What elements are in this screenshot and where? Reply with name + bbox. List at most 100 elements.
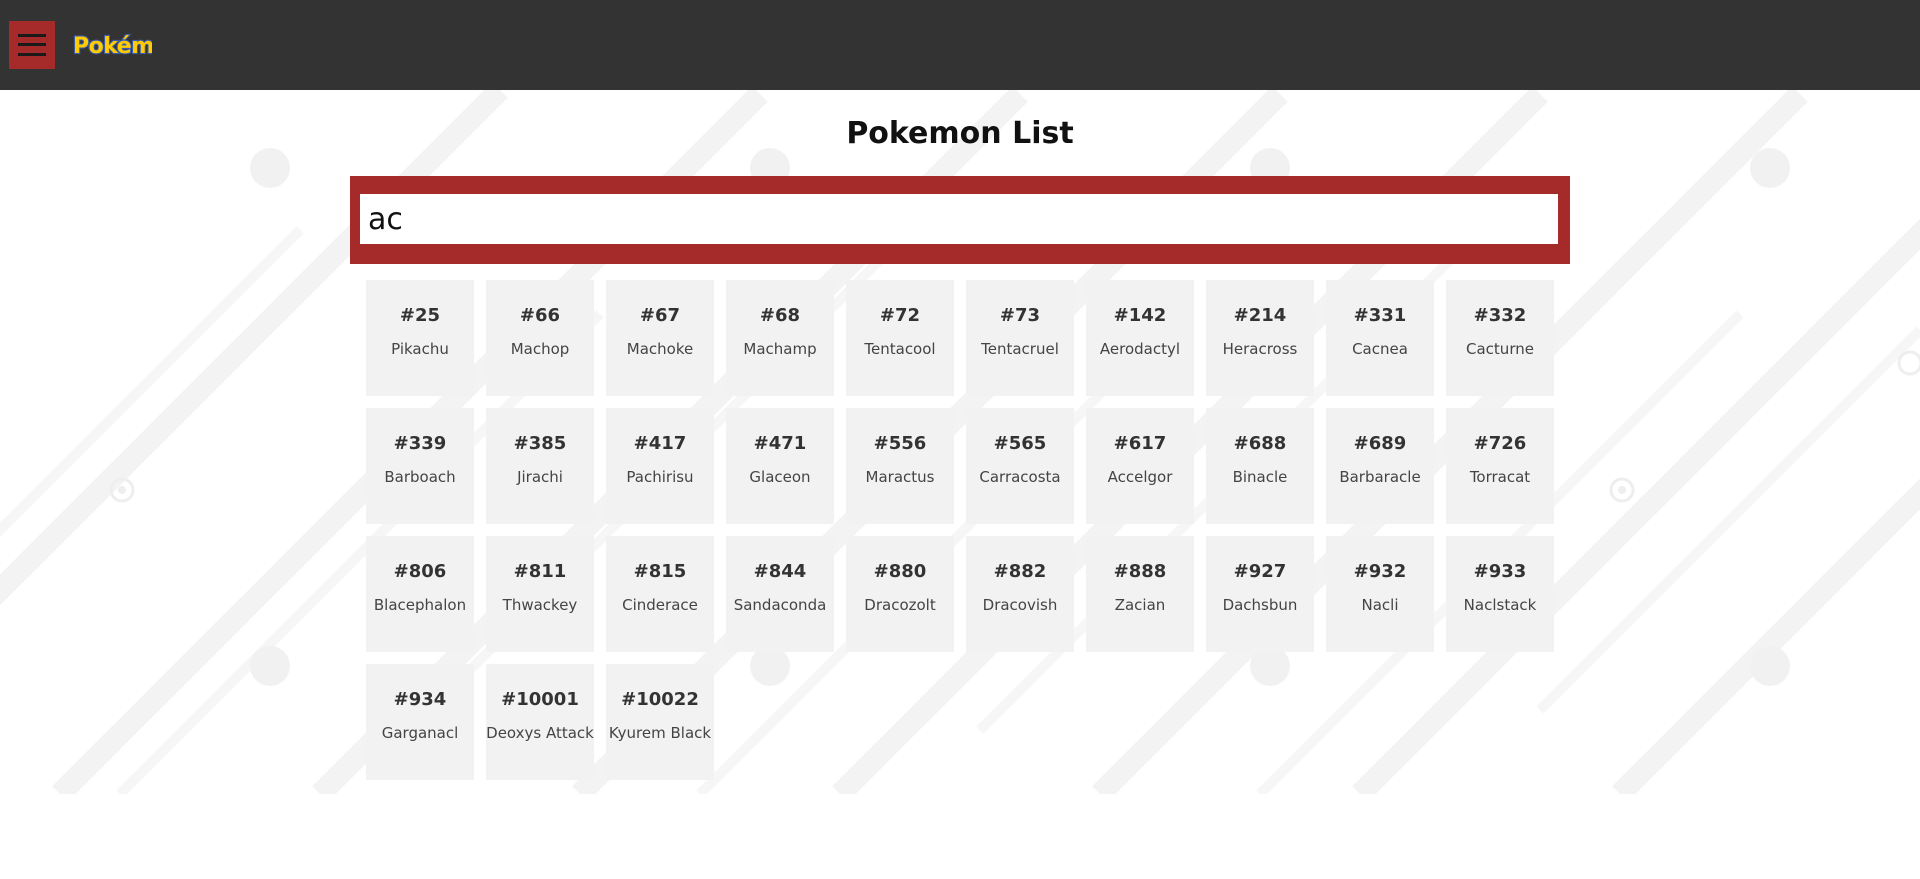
- pokemon-card[interactable]: #385 Jirachi: [486, 408, 594, 524]
- pokemon-card[interactable]: #66 Machop: [486, 280, 594, 396]
- pokemon-number: #811: [513, 561, 567, 582]
- pokemon-name: Accelgor: [1107, 468, 1173, 486]
- pokemon-card[interactable]: #927 Dachsbun: [1206, 536, 1314, 652]
- pokemon-number: #806: [393, 561, 447, 582]
- pokemon-name: Maractus: [865, 468, 935, 486]
- pokemon-number: #933: [1473, 561, 1527, 582]
- pokemon-name: Heracross: [1222, 340, 1298, 358]
- pokemon-name: Pikachu: [391, 340, 449, 358]
- pokemon-card[interactable]: #10001 Deoxys Attack: [486, 664, 594, 780]
- pokemon-card[interactable]: #10022 Kyurem Black: [606, 664, 714, 780]
- pokemon-card[interactable]: #556 Maractus: [846, 408, 954, 524]
- hamburger-icon: [18, 34, 46, 37]
- pokemon-card[interactable]: #806 Blacephalon: [366, 536, 474, 652]
- pokemon-card[interactable]: #811 Thwackey: [486, 536, 594, 652]
- pokemon-card[interactable]: #689 Barbaracle: [1326, 408, 1434, 524]
- pokemon-card[interactable]: #471 Glaceon: [726, 408, 834, 524]
- pokemon-number: #880: [873, 561, 927, 582]
- pokemon-name: Garganacl: [381, 724, 459, 742]
- pokemon-number: #932: [1353, 561, 1407, 582]
- pokemon-card[interactable]: #880 Dracozolt: [846, 536, 954, 652]
- top-navbar: Pokémon: [0, 0, 1920, 90]
- pokemon-number: #934: [393, 689, 447, 710]
- pokemon-number: #67: [639, 305, 681, 326]
- pokemon-grid: #25 Pikachu #66 Machop #67 Machoke #68 Machamp #…: [366, 280, 1554, 780]
- pokemon-number: #927: [1233, 561, 1287, 582]
- pokemon-card[interactable]: #417 Pachirisu: [606, 408, 714, 524]
- pokemon-name: Dracozolt: [864, 596, 936, 614]
- pokemon-card[interactable]: #726 Torracat: [1446, 408, 1554, 524]
- pokemon-number: #214: [1233, 305, 1287, 326]
- pokemon-number: #617: [1113, 433, 1167, 454]
- pokemon-name: Blacephalon: [373, 596, 467, 614]
- pokemon-number: #331: [1353, 305, 1407, 326]
- pokemon-number: #332: [1473, 305, 1527, 326]
- pokemon-name: Cinderace: [622, 596, 698, 614]
- pokemon-card[interactable]: #68 Machamp: [726, 280, 834, 396]
- pokemon-number: #556: [873, 433, 927, 454]
- pokemon-number: #815: [633, 561, 687, 582]
- pokemon-card[interactable]: #214 Heracross: [1206, 280, 1314, 396]
- pokemon-logo[interactable]: Pokémon: [72, 28, 152, 62]
- page-title: Pokemon List: [846, 116, 1074, 151]
- pokemon-name: Aerodactyl: [1099, 340, 1181, 358]
- pokemon-name: Jirachi: [517, 468, 563, 486]
- pokemon-number: #471: [753, 433, 807, 454]
- pokemon-name: Naclstack: [1463, 596, 1537, 614]
- pokemon-number: #385: [513, 433, 567, 454]
- pokemon-name: Carracosta: [979, 468, 1061, 486]
- pokemon-number: #844: [753, 561, 807, 582]
- pokemon-card[interactable]: #932 Nacli: [1326, 536, 1434, 652]
- pokemon-card[interactable]: #617 Accelgor: [1086, 408, 1194, 524]
- pokemon-number: #565: [993, 433, 1047, 454]
- pokemon-name: Machoke: [626, 340, 694, 358]
- pokemon-card[interactable]: #332 Cacturne: [1446, 280, 1554, 396]
- pokemon-name: Dachsbun: [1222, 596, 1298, 614]
- pokemon-number: #726: [1473, 433, 1527, 454]
- pokemon-card[interactable]: #339 Barboach: [366, 408, 474, 524]
- pokemon-name: Glaceon: [749, 468, 811, 486]
- pokemon-number: #10001: [501, 689, 579, 710]
- svg-text:Pokémon: Pokémon: [73, 34, 152, 59]
- pokemon-card[interactable]: #67 Machoke: [606, 280, 714, 396]
- pokemon-name: Dracovish: [982, 596, 1058, 614]
- pokemon-number: #689: [1353, 433, 1407, 454]
- pokemon-name: Deoxys Attack: [486, 724, 594, 742]
- pokemon-card[interactable]: #688 Binacle: [1206, 408, 1314, 524]
- pokemon-name: Cacnea: [1352, 340, 1408, 358]
- pokemon-card[interactable]: #888 Zacian: [1086, 536, 1194, 652]
- pokemon-number: #25: [399, 305, 441, 326]
- pokemon-name: Barbaracle: [1339, 468, 1421, 486]
- pokemon-name: Torracat: [1469, 468, 1531, 486]
- pokemon-card[interactable]: #844 Sandaconda: [726, 536, 834, 652]
- pokemon-card[interactable]: #331 Cacnea: [1326, 280, 1434, 396]
- pokemon-name: Tentacool: [864, 340, 936, 358]
- pokemon-name: Machop: [510, 340, 570, 358]
- pokemon-card[interactable]: #25 Pikachu: [366, 280, 474, 396]
- pokemon-name: Sandaconda: [733, 596, 827, 614]
- pokemon-card[interactable]: #142 Aerodactyl: [1086, 280, 1194, 396]
- search-input[interactable]: [360, 194, 1558, 244]
- pokemon-number: #417: [633, 433, 687, 454]
- pokemon-card[interactable]: #73 Tentacruel: [966, 280, 1074, 396]
- pokemon-number: #142: [1113, 305, 1167, 326]
- pokemon-number: #10022: [621, 689, 699, 710]
- pokemon-number: #888: [1113, 561, 1167, 582]
- pokemon-card[interactable]: #72 Tentacool: [846, 280, 954, 396]
- pokemon-name: Thwackey: [502, 596, 578, 614]
- pokemon-name: Binacle: [1232, 468, 1288, 486]
- menu-button[interactable]: [9, 21, 55, 69]
- pokemon-card[interactable]: #565 Carracosta: [966, 408, 1074, 524]
- pokemon-name: Nacli: [1361, 596, 1399, 614]
- pokemon-name: Pachirisu: [626, 468, 694, 486]
- pokemon-name: Cacturne: [1466, 340, 1534, 358]
- pokemon-card[interactable]: #934 Garganacl: [366, 664, 474, 780]
- pokemon-card[interactable]: #933 Naclstack: [1446, 536, 1554, 652]
- pokemon-name: Tentacruel: [981, 340, 1059, 358]
- pokemon-number: #73: [999, 305, 1041, 326]
- pokemon-name: Zacian: [1114, 596, 1166, 614]
- pokemon-card[interactable]: #815 Cinderace: [606, 536, 714, 652]
- search-bar: [350, 176, 1570, 264]
- pokemon-card[interactable]: #882 Dracovish: [966, 536, 1074, 652]
- pokemon-number: #66: [519, 305, 561, 326]
